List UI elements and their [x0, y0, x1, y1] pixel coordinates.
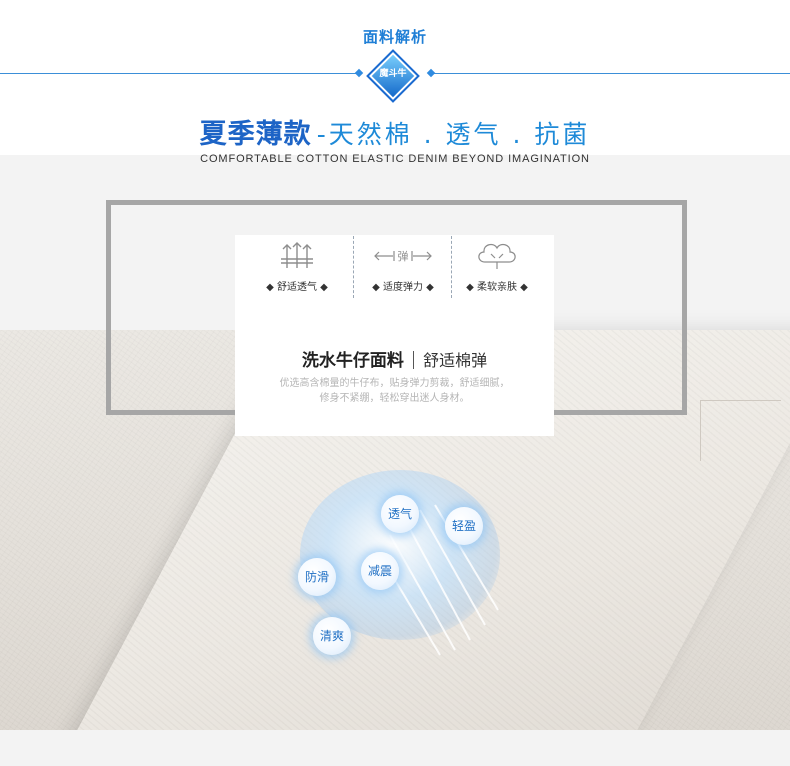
- bubble-shock-absorb: 减震: [361, 552, 399, 590]
- bubble-light: 轻盈: [445, 507, 483, 545]
- bubble-breathable: 透气: [381, 495, 419, 533]
- bubble-anti-slip: 防滑: [298, 558, 336, 596]
- light-rays: [379, 504, 499, 656]
- bubble-refreshing: 清爽: [313, 617, 351, 655]
